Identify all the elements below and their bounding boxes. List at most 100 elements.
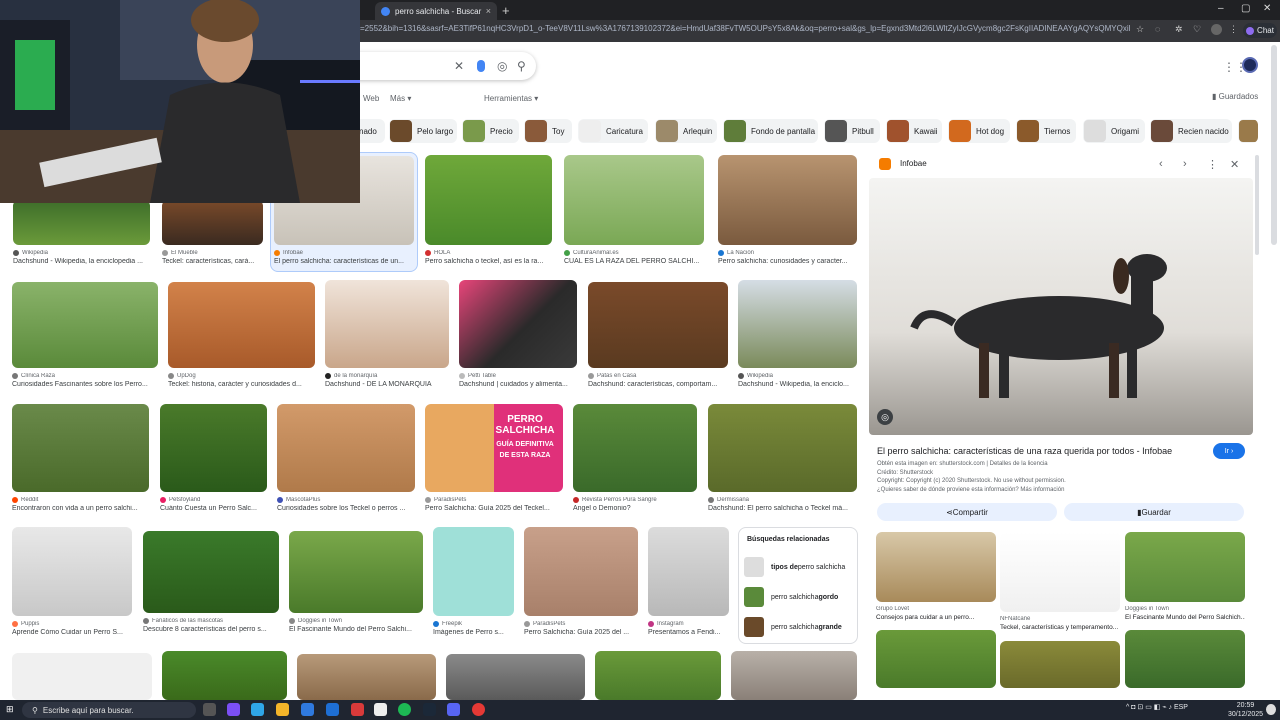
chip-pelo-largo[interactable]: Pelo largo — [389, 119, 457, 143]
similar-title[interactable]: Teckel, características y temperamento..… — [1000, 624, 1120, 631]
close-panel-icon[interactable]: ✕ — [1230, 158, 1239, 171]
result-thumbnail[interactable] — [564, 155, 704, 245]
result-title[interactable]: Teckel: historia, carácter y curiosidade… — [168, 381, 315, 388]
chip-precio[interactable]: Precio — [462, 119, 519, 143]
profile-icon[interactable] — [1211, 24, 1222, 35]
image-result[interactable]: Petti Table Dachshund | cuidados y alime… — [459, 280, 577, 388]
result-thumbnail[interactable] — [425, 155, 552, 245]
image-result[interactable]: HOLA Perro salchicha o teckel, así es la… — [425, 155, 552, 265]
star-icon[interactable]: ☆ — [1136, 24, 1144, 35]
chrome-icon[interactable] — [472, 703, 485, 716]
result-title[interactable]: CUAL ES LA RAZA DEL PERRO SALCHI... — [564, 258, 704, 265]
image-result[interactable]: Petsfoyland Cuánto Cuesta un Perro Salc.… — [160, 404, 267, 512]
result-thumbnail[interactable] — [731, 651, 857, 700]
tab-web[interactable]: Web — [363, 94, 379, 103]
chip-toy[interactable]: Toy — [524, 119, 572, 143]
image-result[interactable]: Reddit Encontraron con vida a un perro s… — [12, 404, 149, 512]
image-result[interactable]: PERRO SALCHICHA GUÍA DEFINITIVA DE ESTA … — [425, 404, 563, 512]
file-explorer-icon[interactable] — [276, 703, 289, 716]
result-thumbnail[interactable] — [160, 404, 267, 492]
obs-icon[interactable] — [374, 703, 387, 716]
result-thumbnail[interactable] — [12, 282, 158, 368]
result-thumbnail[interactable] — [12, 404, 149, 492]
lens-search-icon[interactable]: ◎ — [877, 409, 893, 425]
image-result[interactable]: Freepik Imágenes de Perro s... — [433, 527, 514, 636]
result-thumbnail[interactable] — [588, 282, 728, 368]
similar-title[interactable]: Consejos para cuidar a un perro... — [876, 614, 996, 621]
language-indicator[interactable]: ESP — [1174, 704, 1188, 711]
result-title[interactable]: Dachshund: El perro salchicha o Teckel m… — [708, 505, 857, 512]
image-result[interactable]: Instagram Presentamos a Fendi... — [648, 527, 729, 636]
result-title[interactable]: Dachshund - Wikipedia, la enciclo... — [738, 381, 857, 388]
image-result[interactable]: Patas en Casa Dachshund: características… — [588, 282, 728, 388]
result-thumbnail[interactable] — [738, 280, 857, 368]
windows-start-icon[interactable]: ⊞ — [6, 704, 17, 715]
menu-dots-icon[interactable]: ⋮ — [1229, 24, 1238, 35]
result-thumbnail[interactable] — [12, 527, 132, 616]
result-thumbnail[interactable] — [433, 527, 514, 616]
pin-icon[interactable]: ♡ — [1193, 24, 1201, 35]
result-thumbnail[interactable] — [648, 527, 729, 616]
discord-icon[interactable] — [447, 703, 460, 716]
similar-thumbnail[interactable] — [876, 532, 996, 602]
result-title[interactable]: Teckel: características, cará... — [162, 258, 263, 265]
result-thumbnail[interactable] — [446, 654, 585, 700]
image-result[interactable]: de la monarquía Dachshund - DE LA MONARQ… — [325, 280, 449, 388]
extension-icon[interactable]: ◌ — [1155, 24, 1160, 34]
chat-button[interactable]: Chat — [1243, 23, 1277, 38]
url-field[interactable]: =2552&bih=1316&sasrf=AE3TifP61nqHC3VrpD1… — [360, 24, 1130, 38]
clock[interactable]: 20:59 30/12/2025 — [1228, 701, 1263, 719]
similar-image[interactable]: Doggies in Town El Fascinante Mundo del … — [1125, 532, 1245, 621]
tab-more[interactable]: Más ▾ — [390, 94, 411, 103]
tools-button[interactable]: Herramientas ▾ — [484, 94, 538, 103]
result-title[interactable]: Dachshund - Wikipedia, la enciclopedia .… — [13, 258, 150, 265]
image-result[interactable]: MascotaPlus Curiosidades sobre los Tecke… — [277, 404, 415, 512]
close-window-icon[interactable]: ✕ — [1263, 3, 1271, 14]
result-title[interactable]: Curiosidades Fascinantes sobre los Perro… — [12, 381, 158, 388]
copilot-taskbar-icon[interactable] — [227, 703, 240, 716]
result-title[interactable]: Cuánto Cuesta un Perro Salc... — [160, 505, 267, 512]
result-thumbnail[interactable] — [595, 651, 721, 700]
share-button[interactable]: ⋖ Compartir — [877, 503, 1057, 521]
result-thumbnail[interactable] — [168, 282, 315, 368]
notification-icon[interactable] — [1266, 704, 1276, 715]
lens-icon[interactable]: ◎ — [497, 59, 507, 73]
result-title[interactable]: Descubre 8 características del perro s..… — [143, 626, 279, 633]
result-title[interactable]: Dachshund - DE LA MONARQUÍA — [325, 381, 449, 388]
next-icon[interactable]: › — [1183, 158, 1187, 170]
similar-thumbnail[interactable] — [1000, 532, 1120, 612]
result-title[interactable]: El perro salchicha: características de u… — [274, 258, 414, 265]
similar-thumbnail[interactable] — [1000, 641, 1120, 688]
image-result[interactable]: ParadisPets Perro Salchicha: Guía 2025 d… — [524, 527, 638, 636]
similar-thumbnail[interactable] — [876, 630, 996, 688]
image-result[interactable]: UpDog Teckel: historia, carácter y curio… — [168, 282, 315, 388]
maximize-icon[interactable]: ▢ — [1241, 3, 1250, 14]
result-thumbnail[interactable] — [162, 200, 263, 245]
tab-close-icon[interactable]: × — [486, 6, 491, 16]
spotify-icon[interactable] — [398, 703, 411, 716]
image-result[interactable]: Clínica Raza Curiosidades Fascinantes so… — [12, 282, 158, 388]
panel-source[interactable]: Infobae — [900, 159, 927, 168]
result-title[interactable]: Perro Salchicha: Guía 2025 del ... — [524, 629, 638, 636]
result-title[interactable]: Perro salchicha o teckel, así es la ra..… — [425, 258, 552, 265]
mic-icon[interactable] — [477, 60, 485, 72]
saved-button[interactable]: ▮ Guardados — [1212, 92, 1258, 101]
taskbar-search[interactable]: ⚲ Escribe aquí para buscar. — [22, 702, 196, 718]
panel-scrollbar[interactable] — [1255, 155, 1259, 255]
result-thumbnail[interactable] — [162, 651, 287, 700]
clear-search-icon[interactable]: ✕ — [454, 59, 464, 73]
rec-icon[interactable] — [351, 703, 364, 716]
chip-arlequin[interactable]: Arlequin — [655, 119, 717, 143]
result-thumbnail[interactable] — [12, 653, 152, 700]
image-result[interactable]: La Nación Perro salchicha: curiosidades … — [718, 155, 857, 265]
related-item[interactable]: tipos de perro salchicha — [744, 556, 845, 578]
chip-kawaii[interactable]: Kawaii — [886, 119, 942, 143]
save-button[interactable]: ▮ Guardar — [1064, 503, 1244, 521]
similar-title[interactable]: El Fascinante Mundo del Perro Salchich..… — [1125, 614, 1245, 621]
minimize-icon[interactable]: – — [1218, 3, 1224, 14]
result-title[interactable]: Presentamos a Fendi... — [648, 629, 729, 636]
store-icon[interactable] — [301, 703, 314, 716]
similar-thumbnail[interactable] — [1125, 630, 1245, 688]
result-thumbnail[interactable] — [13, 200, 150, 245]
steam-icon[interactable] — [423, 703, 436, 716]
